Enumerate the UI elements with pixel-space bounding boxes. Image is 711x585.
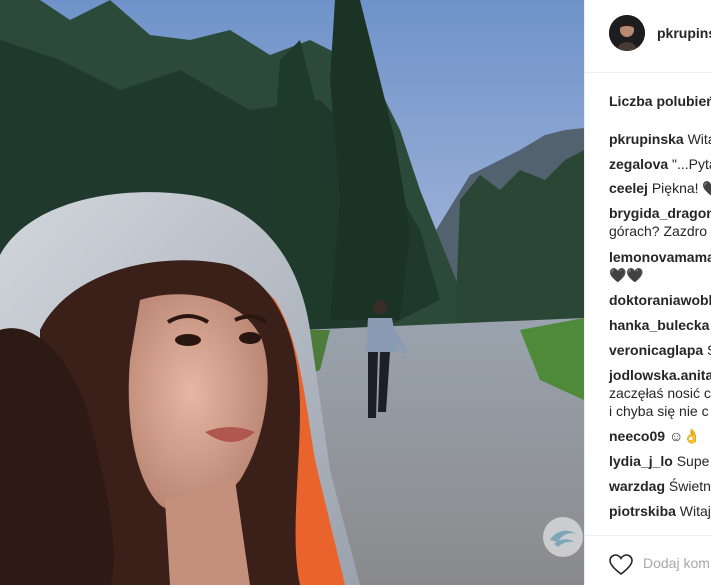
comment-item: doktoraniawobl [609, 291, 711, 309]
post-side-panel: pkrupinsk Liczba polubień pkrupinska Wit… [584, 0, 711, 585]
avatar[interactable] [609, 15, 645, 51]
comment-text: ☺👌 [668, 428, 701, 444]
comment-text: Świetn [668, 478, 711, 494]
add-comment-input[interactable]: Dodaj kom [643, 555, 710, 571]
comment-username[interactable]: hanka_bulecka [609, 317, 709, 333]
comment-username[interactable]: lemonovamama [609, 249, 711, 265]
comment-continuation: górach? Zazdro [609, 222, 707, 240]
comment-item: brygida_dragon [609, 204, 711, 222]
comment-text: Witaj [679, 503, 711, 519]
watermark-logo [543, 517, 583, 557]
comment-username[interactable]: piotrskiba [609, 503, 676, 519]
comment-item: hanka_bulecka [609, 316, 709, 334]
post-username[interactable]: pkrupinsk [657, 25, 711, 41]
comment-item: ceelej Piękna! 🖤 [609, 179, 711, 197]
comment-continuation: 🖤🖤 [609, 266, 644, 284]
comment-item: neeco09 ☺👌 [609, 427, 701, 445]
comment-item: lemonovamama [609, 248, 711, 266]
comment-item: jodlowska.anita [609, 366, 711, 384]
comment-item: veronicaglapa S [609, 341, 711, 359]
selfie-image [0, 0, 584, 585]
comment-text: "...Pyta [672, 156, 711, 172]
comment-text: 🖤🖤 [609, 267, 644, 283]
comment-text: górach? Zazdro [609, 223, 708, 239]
comment-username[interactable]: jodlowska.anita [609, 367, 711, 383]
comment-item: warzdag Świetn [609, 477, 711, 495]
comment-item: pkrupinska Wita [609, 130, 711, 148]
comment-text: Wita [687, 131, 711, 147]
comment-continuation: i chyba się nie c [609, 402, 709, 420]
comment-username[interactable]: zegalova [609, 156, 668, 172]
post-actions: Dodaj kom [585, 535, 711, 585]
comment-text: S [707, 342, 711, 358]
post-photo[interactable] [0, 0, 584, 585]
comment-username[interactable]: pkrupinska [609, 131, 684, 147]
comment-text: zaczęłaś nosić c [609, 385, 711, 401]
comment-username[interactable]: doktoraniawobl [609, 292, 711, 308]
post-header: pkrupinsk [585, 0, 711, 73]
comment-text: Supe [676, 453, 710, 469]
comment-item: zegalova "...Pyta [609, 155, 711, 173]
likes-count[interactable]: Liczba polubień [609, 93, 711, 109]
heart-icon[interactable] [609, 554, 633, 576]
comment-username[interactable]: veronicaglapa [609, 342, 703, 358]
comment-text: i chyba się nie c [609, 403, 709, 419]
comment-username[interactable]: lydia_j_lo [609, 453, 673, 469]
comment-text: Piękna! 🖤 [651, 180, 711, 196]
comment-username[interactable]: brygida_dragon [609, 205, 711, 221]
comment-username[interactable]: neeco09 [609, 428, 665, 444]
comment-item: lydia_j_lo Supe [609, 452, 709, 470]
comment-username[interactable]: warzdag [609, 478, 665, 494]
comment-continuation: zaczęłaś nosić c [609, 384, 711, 402]
avatar-image [609, 15, 645, 51]
comment-item: piotrskiba Witaj [609, 502, 711, 520]
comment-username[interactable]: ceelej [609, 180, 648, 196]
